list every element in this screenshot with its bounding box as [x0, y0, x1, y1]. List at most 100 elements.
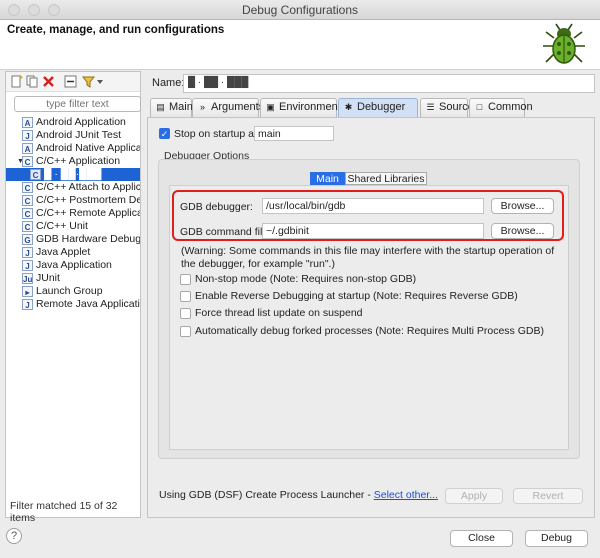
tree-item-label: C/C++ Attach to Applicat	[36, 181, 140, 193]
tree-item-label: Remote Java Application	[36, 298, 140, 310]
reverse-debugging-checkbox[interactable]	[180, 291, 191, 302]
tree-item[interactable]: C C/C++ Unit	[6, 220, 140, 233]
duplicate-configuration-icon[interactable]	[26, 75, 39, 88]
tab-strip: ▤ Main » Arguments ▣ Environment ✱ Debugger ☰ Sou…	[147, 98, 595, 117]
tree-item-label: Android Native Applicatic	[36, 142, 140, 154]
launcher-info: Using GDB (DSF) Create Process Launcher …	[159, 489, 438, 501]
name-field[interactable]: █ · ██ · ███	[183, 74, 595, 93]
subtab-main[interactable]: Main	[310, 172, 345, 185]
tree-item[interactable]: J Java Applet	[6, 246, 140, 259]
tree-item-label: C/C++ Remote Applicatic	[36, 207, 140, 219]
force-thread-update-label: Force thread list update on suspend	[195, 307, 363, 319]
launch-type-icon: J	[22, 260, 33, 271]
header-title: Create, manage, and run configurations	[7, 24, 225, 36]
subtab-shared-libraries[interactable]: Shared Libraries	[345, 172, 427, 185]
launch-type-icon: ▸	[22, 286, 33, 297]
tab-common-icon: □	[476, 102, 483, 112]
left-toolbar	[6, 72, 140, 92]
tree-item-label: C/C++ Application	[36, 155, 121, 167]
launch-type-icon: Ju	[22, 273, 33, 284]
stop-on-startup-label: Stop on startup at:	[174, 128, 260, 140]
non-stop-mode-checkbox[interactable]	[180, 274, 191, 285]
name-label: Name:	[152, 77, 185, 89]
tree-item-label: JUnit	[36, 272, 60, 284]
apply-button[interactable]: Apply	[445, 488, 503, 504]
new-configuration-icon[interactable]	[10, 75, 23, 88]
tree-item[interactable]: ▼ C C/C++ Application	[6, 155, 140, 168]
stop-on-startup-checkbox[interactable]: ✓	[159, 128, 170, 139]
launch-type-icon: A	[22, 117, 33, 128]
tab-label: Common	[488, 101, 533, 113]
window-title: Debug Configurations	[241, 3, 359, 17]
tree-item[interactable]: Ju JUnit	[6, 272, 140, 285]
tree-item[interactable]: CC/C++ Remote Applicatic	[6, 207, 140, 220]
collapse-all-icon[interactable]	[64, 75, 77, 88]
tree-item-label: C/C++ Unit	[36, 220, 88, 232]
tab-label: Arguments	[211, 101, 265, 113]
tree-item-selected[interactable]: C █ · ██·███	[6, 168, 140, 181]
close-button[interactable]: Close	[450, 530, 513, 547]
configuration-tree: A Android Application J Android JUnit Test A…	[6, 115, 140, 455]
green-bug-icon	[543, 23, 585, 64]
tab-source[interactable]: ☰ Source	[420, 98, 474, 117]
tree-item-label: C/C++ Postmortem Debu	[36, 194, 140, 206]
tree-item[interactable]: J Android JUnit Test	[6, 129, 140, 142]
launch-type-icon: C	[22, 208, 33, 219]
force-thread-update-checkbox[interactable]	[180, 308, 191, 319]
tree-item[interactable]: A Android Application	[6, 116, 140, 129]
tree-item[interactable]: ▸ Launch Group	[6, 285, 140, 298]
highlight-annotation	[172, 190, 564, 241]
launch-type-icon: J	[22, 130, 33, 141]
help-icon[interactable]: ?	[6, 528, 22, 544]
launch-type-icon: C	[30, 169, 41, 180]
tab-main[interactable]: ▤ Main	[150, 98, 193, 117]
tree-item-label: GDB Hardware Debuggin	[36, 233, 140, 245]
tree-item[interactable]: J Java Application	[6, 259, 140, 272]
tab-label: Environment	[279, 101, 341, 113]
tree-item[interactable]: GGDB Hardware Debuggin	[6, 233, 140, 246]
debug-forked-processes-label: Automatically debug forked processes (No…	[195, 325, 544, 337]
tab-label: Main	[169, 101, 193, 113]
launcher-text: Using GDB (DSF) Create Process Launcher …	[159, 489, 374, 501]
tab-arguments-icon: »	[199, 102, 205, 112]
tab-debugger-icon: ✱	[344, 102, 353, 112]
tab-main-icon: ▤	[156, 102, 165, 112]
stop-on-startup-input[interactable]: main	[254, 126, 334, 141]
tab-environment[interactable]: ▣ Environment	[260, 98, 341, 117]
tab-debugger[interactable]: ✱ Debugger	[338, 98, 418, 117]
debug-button[interactable]: Debug	[525, 530, 588, 547]
launch-type-icon: C	[22, 156, 33, 167]
tab-common[interactable]: □ Common	[469, 98, 533, 117]
tree-item-label: Android Application	[36, 116, 126, 128]
chevron-down-icon[interactable]	[97, 80, 103, 84]
launch-type-icon: J	[22, 247, 33, 258]
launch-type-icon: G	[22, 234, 33, 245]
tree-item[interactable]: AAndroid Native Applicatic	[6, 142, 140, 155]
tab-environment-icon: ▣	[266, 102, 275, 112]
launch-type-icon: C	[22, 182, 33, 193]
launch-type-icon: A	[22, 143, 33, 154]
tree-item-label: Launch Group	[36, 285, 103, 297]
title-bar: Debug Configurations	[0, 0, 600, 20]
debug-forked-processes-checkbox[interactable]	[180, 326, 191, 337]
tab-label: Debugger	[357, 101, 406, 113]
tree-item[interactable]: C C/C++ Attach to Applicat	[6, 181, 140, 194]
revert-button[interactable]: Revert	[513, 488, 583, 504]
tree-item-label: Java Application	[36, 259, 112, 271]
tree-item[interactable]: CC/C++ Postmortem Debu	[6, 194, 140, 207]
tree-item-label: █ · ██·███	[44, 168, 102, 180]
delete-configuration-icon[interactable]	[42, 75, 55, 88]
filter-input[interactable]	[14, 96, 141, 112]
tree-item[interactable]: JRemote Java Application	[6, 298, 140, 311]
select-other-link[interactable]: Select other...	[374, 489, 438, 501]
tab-arguments[interactable]: » Arguments	[192, 98, 264, 117]
filter-status: Filter matched 15 of 32 items	[10, 500, 118, 524]
tree-item-label: Android JUnit Test	[36, 129, 122, 141]
tree-item-label: Java Applet	[36, 246, 91, 258]
gdbinit-warning: (Warning: Some commands in this file may…	[181, 245, 555, 270]
tab-source-icon: ☰	[426, 102, 435, 112]
launch-type-icon: C	[22, 195, 33, 206]
dialog-header: Create, manage, and run configurations	[0, 20, 600, 70]
filter-configurations-icon[interactable]	[82, 75, 95, 88]
reverse-debugging-label: Enable Reverse Debugging at startup (Not…	[195, 290, 518, 302]
